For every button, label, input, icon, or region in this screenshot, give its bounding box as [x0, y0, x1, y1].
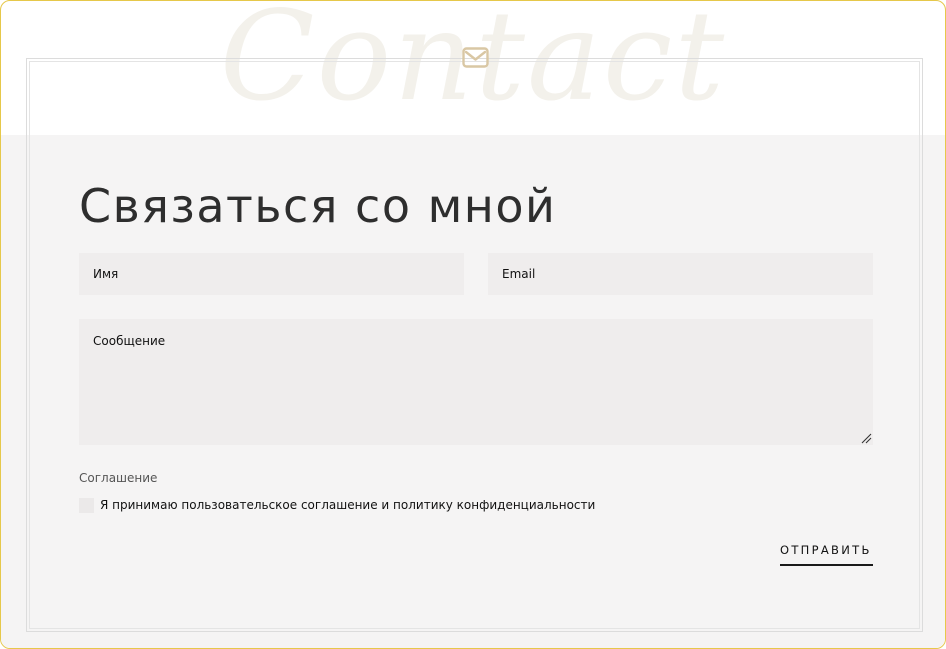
name-field[interactable] [79, 253, 464, 295]
contact-section: Contact Связаться со мной Соглашение Я п… [0, 0, 946, 649]
consent-label[interactable]: Я принимаю пользовательское соглашение и… [100, 498, 595, 512]
consent-checkbox[interactable] [79, 498, 94, 513]
email-field[interactable] [488, 253, 873, 295]
page-title: Связаться со мной [79, 179, 557, 233]
resize-handle-icon[interactable] [860, 432, 872, 444]
consent-heading: Соглашение [79, 471, 158, 485]
message-field[interactable] [79, 319, 873, 445]
submit-button[interactable]: ОТПРАВИТЬ [780, 536, 873, 566]
mail-icon [462, 47, 489, 68]
